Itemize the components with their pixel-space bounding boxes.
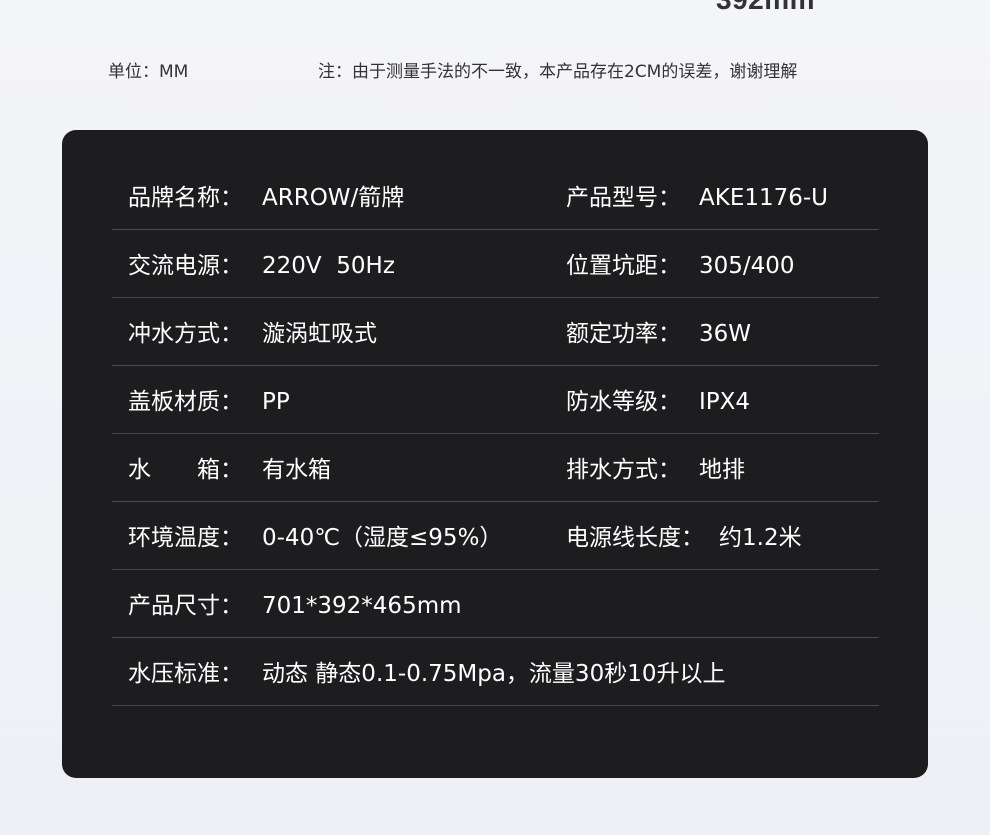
spec-label-dimensions: 产品尺寸： <box>128 593 243 619</box>
measurement-note: 注：由于测量手法的不一致，本产品存在2CM的误差，谢谢理解 <box>318 62 798 82</box>
spec-label-water-tank-b: 箱： <box>197 457 243 483</box>
spec-value-waterproof: IPX4 <box>699 389 751 415</box>
spec-value-rated-power: 36W <box>699 321 752 347</box>
spec-value-power-supply: 220V 50Hz <box>262 253 395 279</box>
spec-value-drain-type: 地排 <box>699 457 745 483</box>
spec-row-power-supply: 交流电源： 220V 50Hz 位置坑距： 305/400 <box>112 230 879 298</box>
spec-row-seat-material: 盖板材质： PP 防水等级： IPX4 <box>112 366 879 434</box>
spec-label-power-supply: 交流电源： <box>128 253 243 279</box>
spec-table: 品牌名称： ARROW/箭牌 产品型号： AKE1176-U 交流电源： 220… <box>112 162 879 706</box>
spec-label-waterproof: 防水等级： <box>566 389 681 415</box>
spec-label-water-tank-a: 水 <box>128 457 151 483</box>
spec-label-water-pressure: 水压标准： <box>128 661 243 687</box>
spec-label-rated-power: 额定功率： <box>566 321 681 347</box>
spec-label-seat-material: 盖板材质： <box>128 389 243 415</box>
spec-value-model: AKE1176-U <box>699 185 829 211</box>
spec-row-flush-type: 冲水方式： 漩涡虹吸式 额定功率： 36W <box>112 298 879 366</box>
spec-label-rough-in: 位置坑距： <box>566 253 681 279</box>
unit-label: 单位：MM <box>108 62 189 82</box>
spec-value-flush-type: 漩涡虹吸式 <box>262 321 377 347</box>
spec-value-seat-material: PP <box>262 389 290 415</box>
spec-label-cord-length: 电源线长度： <box>566 525 704 551</box>
spec-value-rough-in: 305/400 <box>699 253 795 279</box>
spec-label-brand: 品牌名称： <box>128 185 243 211</box>
spec-value-cord-length: 约1.2米 <box>719 525 802 551</box>
spec-value-temperature: 0-40℃（湿度≤95%） <box>262 525 503 551</box>
spec-label-model: 产品型号： <box>566 185 681 211</box>
product-spec-page: 392mm 单位：MM 注：由于测量手法的不一致，本产品存在2CM的误差，谢谢理… <box>0 0 990 835</box>
spec-label-flush-type: 冲水方式： <box>128 321 243 347</box>
spec-label-temperature: 环境温度： <box>128 525 243 551</box>
spec-value-dimensions: 701*392*465mm <box>262 593 462 619</box>
spec-label-drain-type: 排水方式： <box>566 457 681 483</box>
spec-label-water-tank: 水 箱： <box>128 434 243 502</box>
unit-note-row: 单位：MM 注：由于测量手法的不一致，本产品存在2CM的误差，谢谢理解 <box>0 58 990 86</box>
spec-row-dimensions: 产品尺寸： 701*392*465mm <box>112 570 879 638</box>
spec-row-water-tank: 水 箱： 有水箱 排水方式： 地排 <box>112 434 879 502</box>
spec-row-water-pressure: 水压标准： 动态 静态0.1-0.75Mpa，流量30秒10升以上 <box>112 638 879 706</box>
spec-row-brand: 品牌名称： ARROW/箭牌 产品型号： AKE1176-U <box>112 162 879 230</box>
spec-value-water-tank: 有水箱 <box>262 457 331 483</box>
spec-row-temperature: 环境温度： 0-40℃（湿度≤95%） 电源线长度： 约1.2米 <box>112 502 879 570</box>
spec-value-brand: ARROW/箭牌 <box>262 185 405 211</box>
dimension-label: 392mm <box>716 0 815 16</box>
spec-value-water-pressure: 动态 静态0.1-0.75Mpa，流量30秒10升以上 <box>262 661 726 687</box>
spec-card: 品牌名称： ARROW/箭牌 产品型号： AKE1176-U 交流电源： 220… <box>62 130 928 778</box>
